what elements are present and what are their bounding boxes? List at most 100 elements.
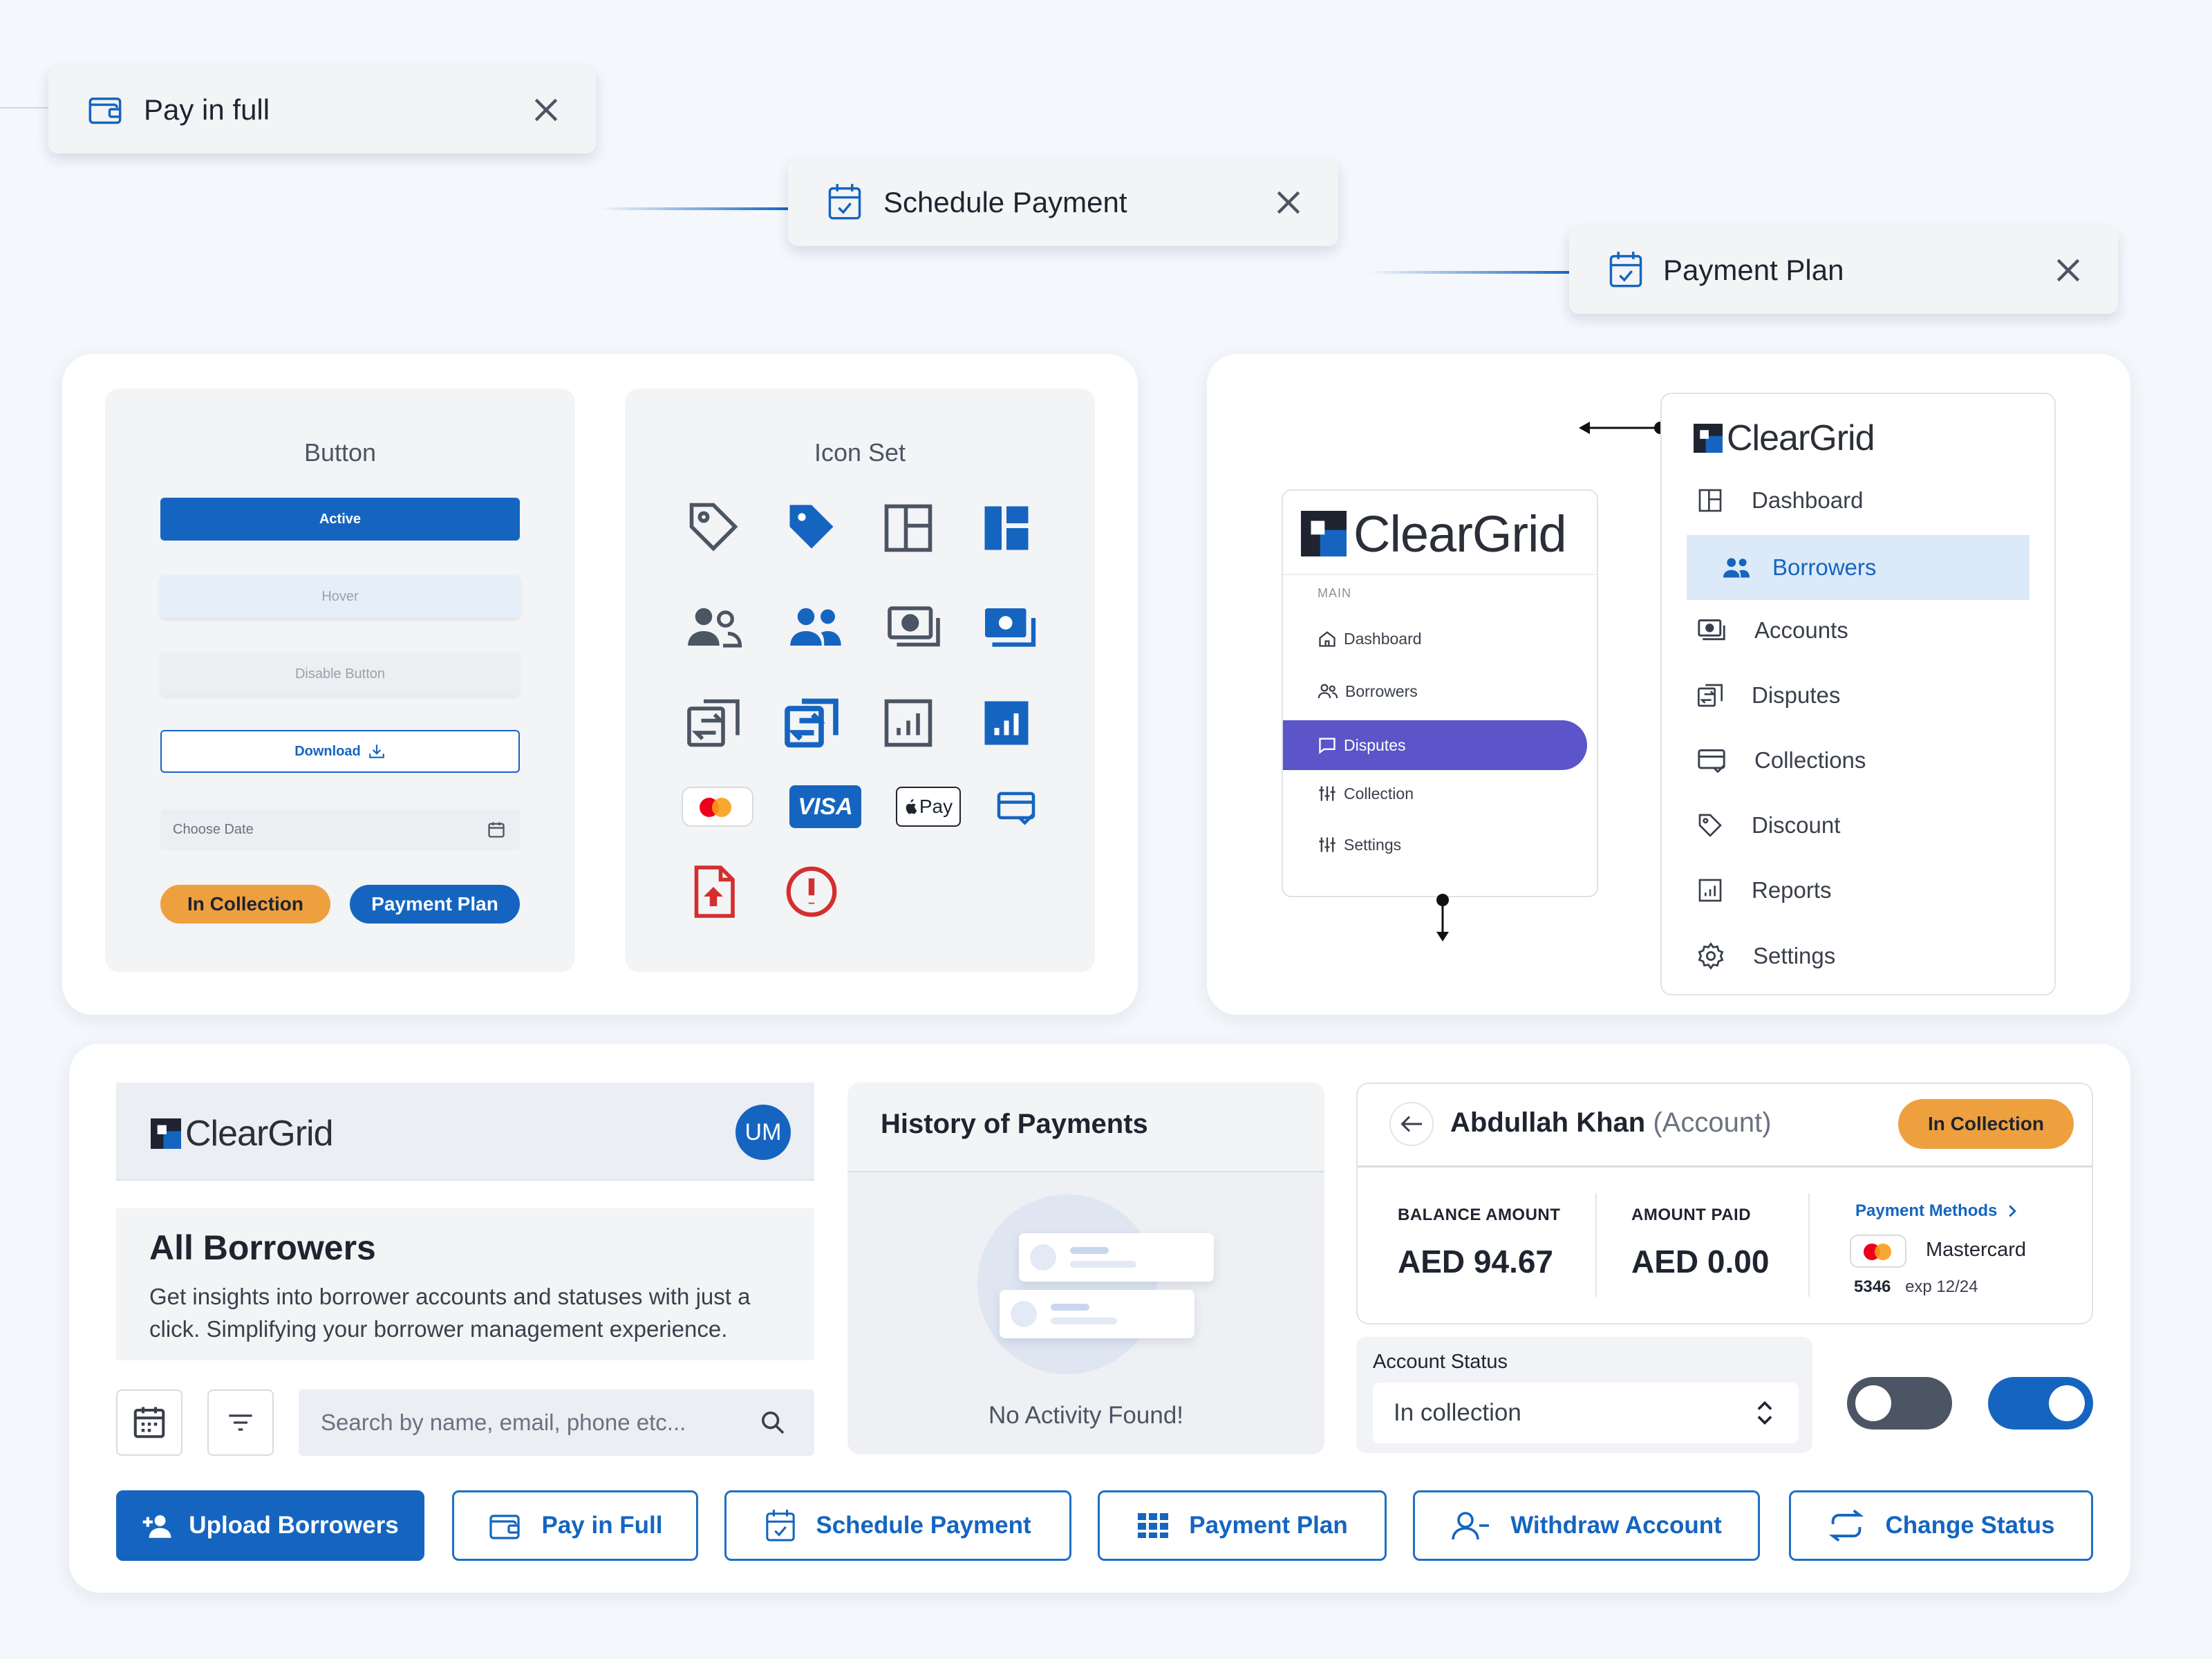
sidebar-item-accounts[interactable]: Accounts: [1696, 617, 1848, 644]
sidebar-item-disputes[interactable]: Disputes: [1283, 720, 1587, 770]
sidebar-item-settings[interactable]: Settings: [1318, 835, 1401, 854]
schedule-payment-button[interactable]: Schedule Payment: [724, 1490, 1071, 1561]
sidebar-item-dashboard[interactable]: Dashboard: [1318, 629, 1422, 648]
sidebar-item-collection[interactable]: Collection: [1318, 784, 1414, 803]
empty-illustration: [977, 1194, 1157, 1374]
payment-plan-button[interactable]: Payment Plan: [1098, 1490, 1387, 1561]
users-filled-icon: [790, 608, 841, 646]
brand-logo: ClearGrid: [151, 1113, 333, 1154]
date-placeholder: Choose Date: [173, 821, 254, 837]
calendar-filter-button[interactable]: [116, 1389, 182, 1456]
tag-in-collection: In Collection: [160, 885, 330, 924]
sliders-icon: [1319, 837, 1335, 852]
add-user-icon: [143, 1515, 171, 1538]
sidebar-item-dashboard[interactable]: Dashboard: [1696, 487, 1863, 514]
layout-icon: [1698, 489, 1722, 512]
resize-handle-left[interactable]: [1576, 416, 1669, 440]
chat-icon: [1319, 738, 1335, 754]
empty-illustration-card: [1019, 1233, 1214, 1282]
sidebar-item-settings[interactable]: Settings: [1696, 941, 1835, 971]
wallet-icon: [489, 1515, 521, 1539]
tag-filled-icon: [789, 505, 834, 549]
sidebar-item-disputes[interactable]: Disputes: [1696, 682, 1840, 709]
disabled-button: Disable Button: [160, 653, 520, 695]
download-icon: [368, 744, 384, 758]
avatar[interactable]: UM: [735, 1105, 791, 1160]
arrow-left-icon: [1579, 422, 1667, 434]
toggle-knob: [2049, 1385, 2085, 1421]
users-icon: [1723, 558, 1750, 578]
chip-label: Pay in full: [144, 93, 270, 126]
hover-button[interactable]: Hover: [160, 575, 520, 618]
apple-logo-icon: [906, 799, 917, 814]
resize-handle-down[interactable]: [1432, 892, 1453, 947]
sidebar-item-borrowers[interactable]: Borrowers: [1687, 535, 2030, 600]
filter-button[interactable]: [207, 1389, 274, 1456]
status-select[interactable]: In collection: [1373, 1382, 1799, 1443]
remove-user-icon: [1452, 1512, 1490, 1540]
calendar-check-icon: [828, 184, 861, 220]
card-last4: 5346: [1854, 1277, 1891, 1296]
search-placeholder: Search by name, email, phone etc...: [321, 1409, 686, 1435]
connector-line: [1369, 271, 1569, 274]
layout-outline-icon: [884, 504, 932, 552]
calendar-icon: [133, 1407, 165, 1438]
sidebar-item-collections[interactable]: Collections: [1696, 747, 1866, 774]
card-check-icon: [997, 791, 1035, 825]
divider: [1595, 1193, 1597, 1297]
toggle-switch-on[interactable]: [1988, 1377, 2093, 1430]
section-label: MAIN: [1318, 586, 1351, 600]
sidebar-item-discount[interactable]: Discount: [1696, 812, 1840, 839]
toggle-switch-off[interactable]: [1847, 1377, 1952, 1430]
history-panel: History of Payments No Activity Found!: [847, 1082, 1324, 1454]
chip-schedule-payment[interactable]: Schedule Payment: [788, 159, 1338, 246]
date-picker-input[interactable]: Choose Date: [160, 809, 520, 850]
chip-payment-plan[interactable]: Payment Plan: [1569, 227, 2118, 314]
mastercard-icon: [1850, 1235, 1906, 1268]
account-title: Abdullah Khan (Account): [1450, 1107, 1772, 1138]
tag-icon: [1698, 814, 1722, 837]
refresh-icon: [1829, 1509, 1864, 1542]
close-icon[interactable]: [531, 95, 561, 125]
status-select-value: In collection: [1394, 1399, 1521, 1426]
download-label: Download: [294, 743, 361, 759]
brand-name: ClearGrid: [1727, 418, 1875, 458]
upload-borrowers-button[interactable]: Upload Borrowers: [116, 1490, 424, 1561]
active-button[interactable]: Active: [160, 498, 520, 541]
mastercard-icon: [682, 787, 753, 827]
change-status-button[interactable]: Change Status: [1789, 1490, 2093, 1561]
button-panel: Button Active Hover Disable Button Downl…: [105, 388, 575, 972]
empty-state-text: No Activity Found!: [988, 1402, 1184, 1429]
apple-pay-icon: Pay: [896, 787, 961, 827]
panel-title: Icon Set: [814, 438, 906, 467]
paid-block: AMOUNT PAID AED 0.00: [1631, 1206, 1769, 1280]
account-suffix: (Account): [1653, 1107, 1772, 1138]
file-upload-icon: [694, 865, 735, 918]
money-filled-icon: [985, 608, 1036, 647]
sidebar-item-reports[interactable]: Reports: [1696, 877, 1832, 904]
page-description: Get insights into borrower accounts and …: [149, 1284, 751, 1342]
calendar-check-icon: [766, 1510, 796, 1541]
close-icon[interactable]: [2053, 255, 2083, 285]
balance-label: BALANCE AMOUNT: [1398, 1206, 1561, 1224]
sidebar-large: ClearGrid Dashboard Borrowers Accounts D…: [1660, 393, 2056, 995]
history-title: History of Payments: [881, 1109, 1148, 1139]
filter-icon: [229, 1414, 252, 1431]
alert-icon: [786, 866, 837, 917]
panel-title: Button: [303, 438, 377, 467]
card-exp: exp 12/24: [1905, 1277, 1978, 1296]
pay-in-full-button[interactable]: Pay in Full: [452, 1490, 698, 1561]
payment-methods-link[interactable]: Payment Methods: [1855, 1201, 2018, 1221]
search-input[interactable]: Search by name, email, phone etc...: [299, 1389, 814, 1456]
wallet-icon: [88, 97, 122, 124]
account-card: Abdullah Khan (Account) In Collection BA…: [1356, 1082, 2093, 1324]
chip-pay-in-full[interactable]: Pay in full: [48, 66, 596, 153]
back-button[interactable]: [1389, 1102, 1434, 1146]
download-button[interactable]: Download: [160, 730, 520, 773]
paid-value: AED 0.00: [1631, 1244, 1770, 1280]
intro-panel: All Borrowers Get insights into borrower…: [116, 1208, 814, 1360]
withdraw-account-button[interactable]: Withdraw Account: [1413, 1490, 1760, 1561]
close-icon[interactable]: [1273, 187, 1304, 218]
sidebar-item-borrowers[interactable]: Borrowers: [1318, 682, 1418, 701]
report-icon: [1698, 879, 1722, 902]
